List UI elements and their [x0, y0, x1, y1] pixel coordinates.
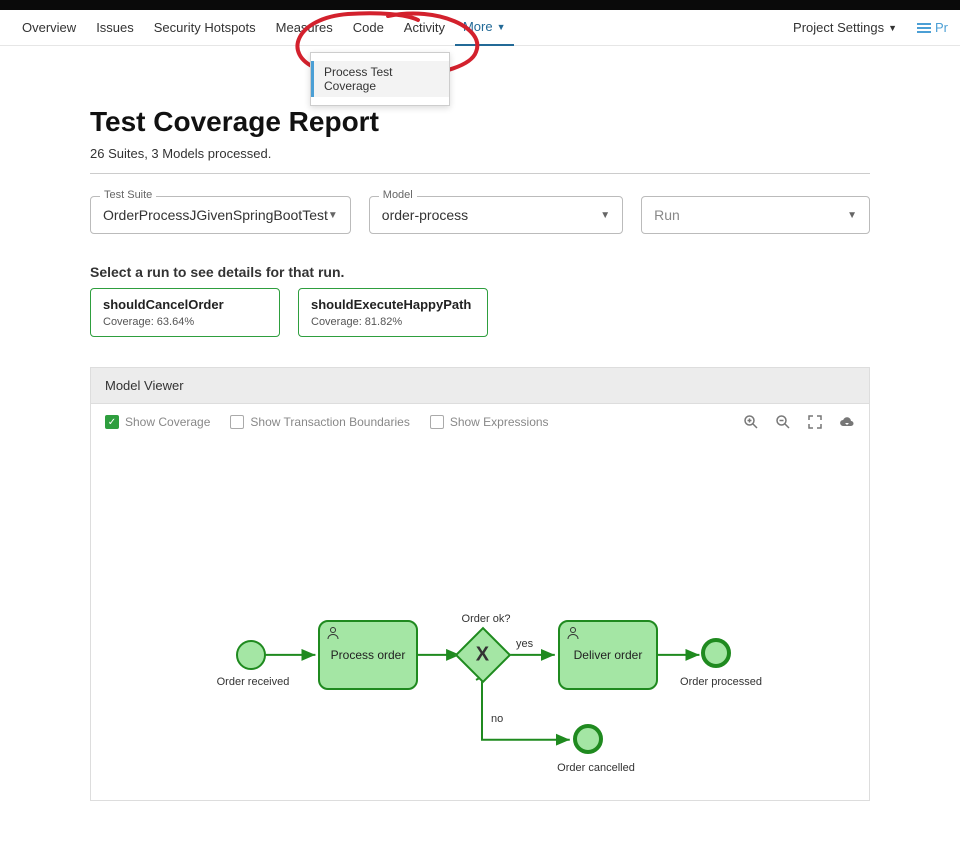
run-select-wrap: Run ▼: [641, 196, 870, 234]
window-top-bar: [0, 0, 960, 10]
start-event[interactable]: [236, 640, 266, 670]
opt-label: Show Expressions: [450, 415, 549, 429]
end-event-cancelled-label: Order cancelled: [551, 762, 641, 774]
chevron-down-icon: ▼: [328, 210, 338, 221]
run-card-coverage: Coverage: 63.64%: [103, 316, 267, 328]
test-suite-select-wrap: Test Suite OrderProcessJGivenSpringBootT…: [90, 196, 351, 234]
task-label: Process order: [331, 648, 406, 662]
checkbox-checked-icon: ✓: [105, 415, 119, 429]
model-select[interactable]: order-process ▼: [369, 196, 623, 234]
run-card[interactable]: shouldCancelOrder Coverage: 63.64%: [90, 288, 280, 337]
nav-measures[interactable]: Measures: [266, 10, 343, 46]
more-dropdown: Process Test Coverage: [310, 52, 450, 106]
user-task-icon: [326, 626, 340, 640]
nav-hotspots[interactable]: Security Hotspots: [144, 10, 266, 46]
run-card-coverage: Coverage: 81.82%: [311, 316, 475, 328]
no-label: no: [491, 713, 503, 725]
content-area: Test Coverage Report 26 Suites, 3 Models…: [70, 106, 890, 841]
model-label: Model: [379, 189, 417, 201]
zoom-out-icon[interactable]: [775, 414, 791, 430]
end-event-processed[interactable]: [701, 638, 731, 668]
task-label: Deliver order: [574, 648, 643, 662]
run-select[interactable]: Run ▼: [641, 196, 870, 234]
checkbox-icon: [430, 415, 444, 429]
list-icon: [917, 21, 931, 35]
nav-project-settings[interactable]: Project Settings ▼: [783, 10, 907, 46]
task-process-order[interactable]: Process order: [318, 620, 418, 690]
end-event-cancelled[interactable]: [573, 724, 603, 754]
gateway-label: Order ok?: [456, 613, 516, 625]
opt-show-expressions[interactable]: Show Expressions: [430, 415, 549, 429]
model-viewer-panel: Model Viewer ✓ Show Coverage Show Transa…: [90, 367, 870, 801]
chevron-down-icon: ▼: [600, 210, 610, 221]
nav-more[interactable]: More ▼: [455, 10, 514, 46]
opt-show-transaction-boundaries[interactable]: Show Transaction Boundaries: [230, 415, 409, 429]
checkbox-icon: [230, 415, 244, 429]
runs-label: Select a run to see details for that run…: [90, 264, 870, 280]
opt-label: Show Transaction Boundaries: [250, 415, 409, 429]
task-deliver-order[interactable]: Deliver order: [558, 620, 658, 690]
user-task-icon: [566, 626, 580, 640]
start-event-label: Order received: [213, 676, 293, 688]
model-viewer-header: Model Viewer: [91, 368, 869, 404]
viewer-icons: [743, 414, 855, 430]
nav-overview[interactable]: Overview: [12, 10, 86, 46]
nav-right-cut-label: Pr: [935, 20, 948, 35]
page-title: Test Coverage Report: [90, 106, 870, 138]
run-value: Run: [654, 207, 680, 223]
model-value: order-process: [382, 207, 468, 223]
opt-label: Show Coverage: [125, 415, 210, 429]
opt-show-coverage[interactable]: ✓ Show Coverage: [105, 415, 210, 429]
chevron-down-icon: ▼: [497, 22, 506, 32]
yes-label: yes: [516, 638, 533, 650]
run-cards: shouldCancelOrder Coverage: 63.64% shoul…: [90, 288, 870, 337]
nav-issues[interactable]: Issues: [86, 10, 144, 46]
nav-right-cut[interactable]: Pr: [907, 10, 948, 46]
fit-icon[interactable]: [807, 414, 823, 430]
chevron-down-icon: ▼: [888, 23, 897, 33]
nav-project-settings-label: Project Settings: [793, 20, 884, 35]
bpmn-diagram[interactable]: Order received Process order X Order ok?…: [91, 440, 869, 800]
download-icon[interactable]: [839, 414, 855, 430]
dropdown-process-test-coverage[interactable]: Process Test Coverage: [311, 61, 449, 97]
nav-code[interactable]: Code: [343, 10, 394, 46]
run-card-name: shouldExecuteHappyPath: [311, 297, 475, 312]
gateway-order-ok[interactable]: X: [455, 627, 512, 684]
zoom-in-icon[interactable]: [743, 414, 759, 430]
nav-more-label: More: [463, 19, 493, 34]
test-suite-label: Test Suite: [100, 189, 156, 201]
run-card[interactable]: shouldExecuteHappyPath Coverage: 81.82%: [298, 288, 488, 337]
select-row: Test Suite OrderProcessJGivenSpringBootT…: [90, 196, 870, 234]
project-nav: Overview Issues Security Hotspots Measur…: [0, 10, 960, 46]
test-suite-select[interactable]: OrderProcessJGivenSpringBootTest ▼: [90, 196, 351, 234]
run-card-name: shouldCancelOrder: [103, 297, 267, 312]
test-suite-value: OrderProcessJGivenSpringBootTest: [103, 207, 328, 223]
chevron-down-icon: ▼: [847, 210, 857, 221]
model-select-wrap: Model order-process ▼: [369, 196, 623, 234]
nav-activity[interactable]: Activity: [394, 10, 455, 46]
page-subtitle: 26 Suites, 3 Models processed.: [90, 146, 870, 174]
end-event-processed-label: Order processed: [676, 676, 766, 688]
model-viewer-toolbar: ✓ Show Coverage Show Transaction Boundar…: [91, 404, 869, 440]
